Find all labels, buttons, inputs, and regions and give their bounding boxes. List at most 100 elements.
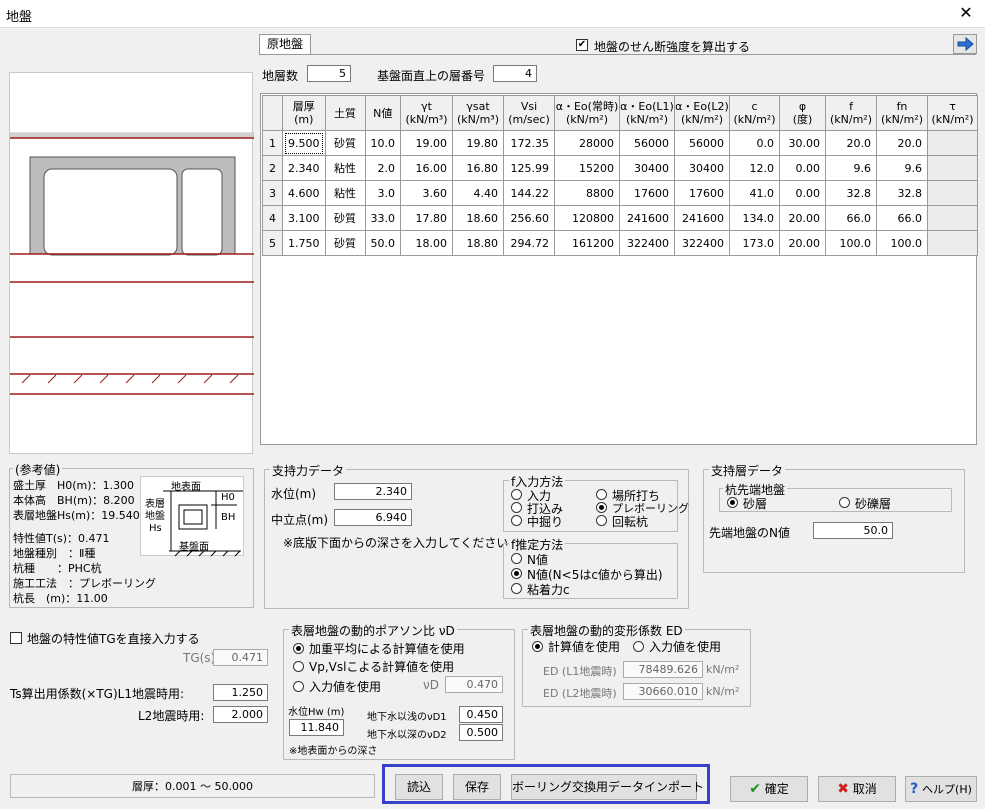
cell-n[interactable]: 2.0 xyxy=(364,155,401,181)
help-button[interactable]: ? ヘルプ(H) xyxy=(905,776,977,802)
cell[interactable]: 144.22 xyxy=(503,180,555,206)
nud-input[interactable]: 0.470 xyxy=(445,676,503,693)
cell[interactable]: 100.0 xyxy=(876,230,928,256)
neutral-point-input[interactable]: 6.940 xyxy=(334,509,412,526)
cell-thickness[interactable]: 9.500 xyxy=(282,130,326,156)
cell[interactable]: 256.60 xyxy=(503,205,555,231)
hw-input[interactable]: 11.840 xyxy=(289,719,344,736)
cell[interactable]: 66.0 xyxy=(825,205,877,231)
tip-n-input[interactable]: 50.0 xyxy=(813,522,893,539)
cell[interactable]: 241600 xyxy=(674,205,730,231)
poisson-radio[interactable] xyxy=(293,661,304,672)
layer-count-input[interactable]: 5 xyxy=(307,65,351,82)
cell[interactable]: 18.60 xyxy=(452,205,504,231)
close-icon[interactable]: ✕ xyxy=(955,3,977,23)
ts-l2-input[interactable]: 2.000 xyxy=(213,706,268,723)
pile-tip-radio[interactable] xyxy=(839,497,850,508)
cell[interactable]: 0.00 xyxy=(779,180,826,206)
cell[interactable]: 32.8 xyxy=(876,180,928,206)
next-arrow-button[interactable] xyxy=(953,34,977,54)
cell-thickness[interactable]: 1.750 xyxy=(282,230,326,256)
cell[interactable]: 30.00 xyxy=(779,130,826,156)
save-button[interactable]: 保存 xyxy=(453,774,501,800)
cell-soil[interactable]: 砂質 xyxy=(324,205,366,231)
cell[interactable]: 9.6 xyxy=(825,155,877,181)
deform-radio[interactable] xyxy=(633,641,644,652)
cell[interactable]: 16.00 xyxy=(400,155,453,181)
poisson-radio[interactable] xyxy=(293,643,304,654)
ed1-input[interactable]: 78489.626 xyxy=(623,661,703,678)
f-input-radio[interactable] xyxy=(511,515,522,526)
cell[interactable]: 4.40 xyxy=(452,180,504,206)
cell[interactable]: 294.72 xyxy=(503,230,555,256)
cell[interactable]: 0.00 xyxy=(779,155,826,181)
tg-direct-checkbox[interactable] xyxy=(10,632,22,644)
cell[interactable]: 134.0 xyxy=(729,205,780,231)
cell-n[interactable]: 3.0 xyxy=(364,180,401,206)
cell-soil[interactable]: 砂質 xyxy=(324,230,366,256)
cell[interactable]: 17600 xyxy=(619,180,675,206)
tg-input[interactable]: 0.471 xyxy=(213,649,268,666)
cell[interactable]: 100.0 xyxy=(825,230,877,256)
cell[interactable]: 41.0 xyxy=(729,180,780,206)
cell[interactable]: 3.60 xyxy=(400,180,453,206)
cell[interactable]: 20.00 xyxy=(779,205,826,231)
f-input-radio[interactable] xyxy=(596,502,607,513)
cell[interactable]: 20.0 xyxy=(876,130,928,156)
cell[interactable]: 17600 xyxy=(674,180,730,206)
cell[interactable]: 56000 xyxy=(674,130,730,156)
cell[interactable]: 322400 xyxy=(674,230,730,256)
cell[interactable]: 120800 xyxy=(554,205,620,231)
cell-n[interactable]: 10.0 xyxy=(364,130,401,156)
cell[interactable]: 32.8 xyxy=(825,180,877,206)
f-estimate-radio[interactable] xyxy=(511,583,522,594)
cell[interactable]: 173.0 xyxy=(729,230,780,256)
cell[interactable]: 18.80 xyxy=(452,230,504,256)
cell[interactable]: 8800 xyxy=(554,180,620,206)
f-input-radio[interactable] xyxy=(596,515,607,526)
ed2-input[interactable]: 30660.010 xyxy=(623,683,703,700)
f-input-radio[interactable] xyxy=(596,489,607,500)
cell[interactable]: 17.80 xyxy=(400,205,453,231)
deform-radio[interactable] xyxy=(532,641,543,652)
cell[interactable]: 161200 xyxy=(554,230,620,256)
cell[interactable]: 15200 xyxy=(554,155,620,181)
cell[interactable]: 125.99 xyxy=(503,155,555,181)
tab-original-ground[interactable]: 原地盤 xyxy=(259,34,311,55)
cell[interactable]: 9.6 xyxy=(876,155,928,181)
poisson-radio[interactable] xyxy=(293,681,304,692)
cell[interactable]: 322400 xyxy=(619,230,675,256)
f-estimate-radio[interactable] xyxy=(511,568,522,579)
cell-n[interactable]: 50.0 xyxy=(364,230,401,256)
cell[interactable]: 30400 xyxy=(619,155,675,181)
cell[interactable]: 241600 xyxy=(619,205,675,231)
base-layer-input[interactable]: 4 xyxy=(493,65,537,82)
water-level-input[interactable]: 2.340 xyxy=(334,483,412,500)
ok-button[interactable]: ✔ 確定 xyxy=(730,776,808,802)
cell[interactable]: 0.0 xyxy=(729,130,780,156)
cell-thickness[interactable]: 2.340 xyxy=(282,155,326,181)
cell[interactable]: 12.0 xyxy=(729,155,780,181)
cell[interactable]: 19.80 xyxy=(452,130,504,156)
read-button[interactable]: 読込 xyxy=(395,774,443,800)
deep-input[interactable]: 0.500 xyxy=(459,724,503,741)
shallow-input[interactable]: 0.450 xyxy=(459,706,503,723)
cell[interactable]: 20.0 xyxy=(825,130,877,156)
cell-thickness[interactable]: 4.600 xyxy=(282,180,326,206)
cell[interactable]: 28000 xyxy=(554,130,620,156)
shear-checkbox[interactable]: ✔ xyxy=(576,39,588,51)
cell[interactable]: 66.0 xyxy=(876,205,928,231)
ts-l1-input[interactable]: 1.250 xyxy=(213,684,268,701)
cell[interactable]: 16.80 xyxy=(452,155,504,181)
cell-n[interactable]: 33.0 xyxy=(364,205,401,231)
cell[interactable]: 20.00 xyxy=(779,230,826,256)
cell[interactable]: 172.35 xyxy=(503,130,555,156)
cell[interactable]: 56000 xyxy=(619,130,675,156)
boring-import-button[interactable]: ボーリング交換用データインポート xyxy=(511,774,704,800)
cell-thickness[interactable]: 3.100 xyxy=(282,205,326,231)
cell[interactable]: 18.00 xyxy=(400,230,453,256)
cell[interactable]: 19.00 xyxy=(400,130,453,156)
f-estimate-radio[interactable] xyxy=(511,553,522,564)
cell-soil[interactable]: 粘性 xyxy=(324,180,366,206)
f-input-radio[interactable] xyxy=(511,489,522,500)
